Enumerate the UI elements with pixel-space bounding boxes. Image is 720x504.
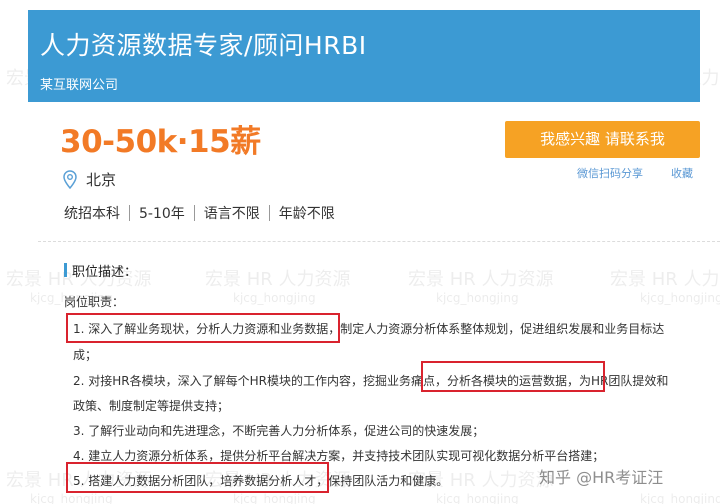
watermark-subtext: kjcg_hongjing: [233, 492, 316, 504]
watermark-text: 宏景 HR 人力资源: [408, 269, 554, 290]
highlight-box: [421, 361, 605, 392]
requirement-divider: [193, 205, 195, 221]
job-header-banner: 人力资源数据专家/顾问HRBI 某互联网公司: [28, 10, 700, 102]
wechat-share-link[interactable]: 微信扫码分享: [577, 165, 643, 181]
requirement-divider: [129, 205, 130, 221]
location-pin-icon: [63, 169, 77, 189]
duties-heading: 岗位职责：: [64, 295, 125, 309]
location-label: 北京: [86, 170, 117, 189]
highlight-box: [66, 462, 329, 493]
salary-range: 30-50k·15薪: [60, 124, 261, 160]
education-requirement: 统招本科: [64, 206, 120, 222]
age-requirement: 年龄不限: [278, 206, 335, 222]
watermark-subtext: kjcg_hongjing: [233, 291, 316, 305]
source-credit: 知乎 @HR考证汪: [539, 468, 664, 487]
requirement-divider: [268, 205, 270, 221]
watermark-subtext: kjcg_hongjing: [436, 291, 519, 305]
duty-line: 3. 了解行业动向和先进理念，不断完善人力分析体系，促进公司的快速发展；: [73, 424, 485, 438]
company-name[interactable]: 某互联网公司: [40, 74, 118, 93]
watermark-subtext: kjcg_hongjing: [640, 492, 720, 504]
watermark-subtext: kjcg_hongjing: [436, 492, 519, 504]
duty-line: 成；: [73, 348, 98, 362]
section-divider: [38, 241, 720, 242]
watermark-text: 宏景 HR 人力资源: [610, 269, 720, 290]
job-location: 北京: [63, 168, 116, 190]
section-marker: [64, 263, 67, 277]
job-title: 人力资源数据专家/顾问HRBI: [40, 31, 367, 60]
watermark-text: 宏景 HR 人力资源: [205, 269, 351, 290]
favorite-link[interactable]: 收藏: [671, 165, 693, 181]
watermark-subtext: kjcg_hongjing: [640, 291, 720, 305]
job-description-title: 职位描述：: [72, 265, 138, 280]
duty-line: 政策、制度制定等提供支持；: [73, 399, 230, 413]
highlight-box: [66, 313, 340, 343]
job-requirements: 统招本科 5-10年 语言不限 年龄不限: [64, 201, 335, 225]
language-requirement: 语言不限: [203, 206, 260, 222]
watermark-subtext: kjcg_hongjing: [30, 492, 113, 504]
experience-requirement: 5-10年: [139, 206, 185, 222]
apply-button[interactable]: 我感兴趣 请联系我: [505, 121, 700, 158]
